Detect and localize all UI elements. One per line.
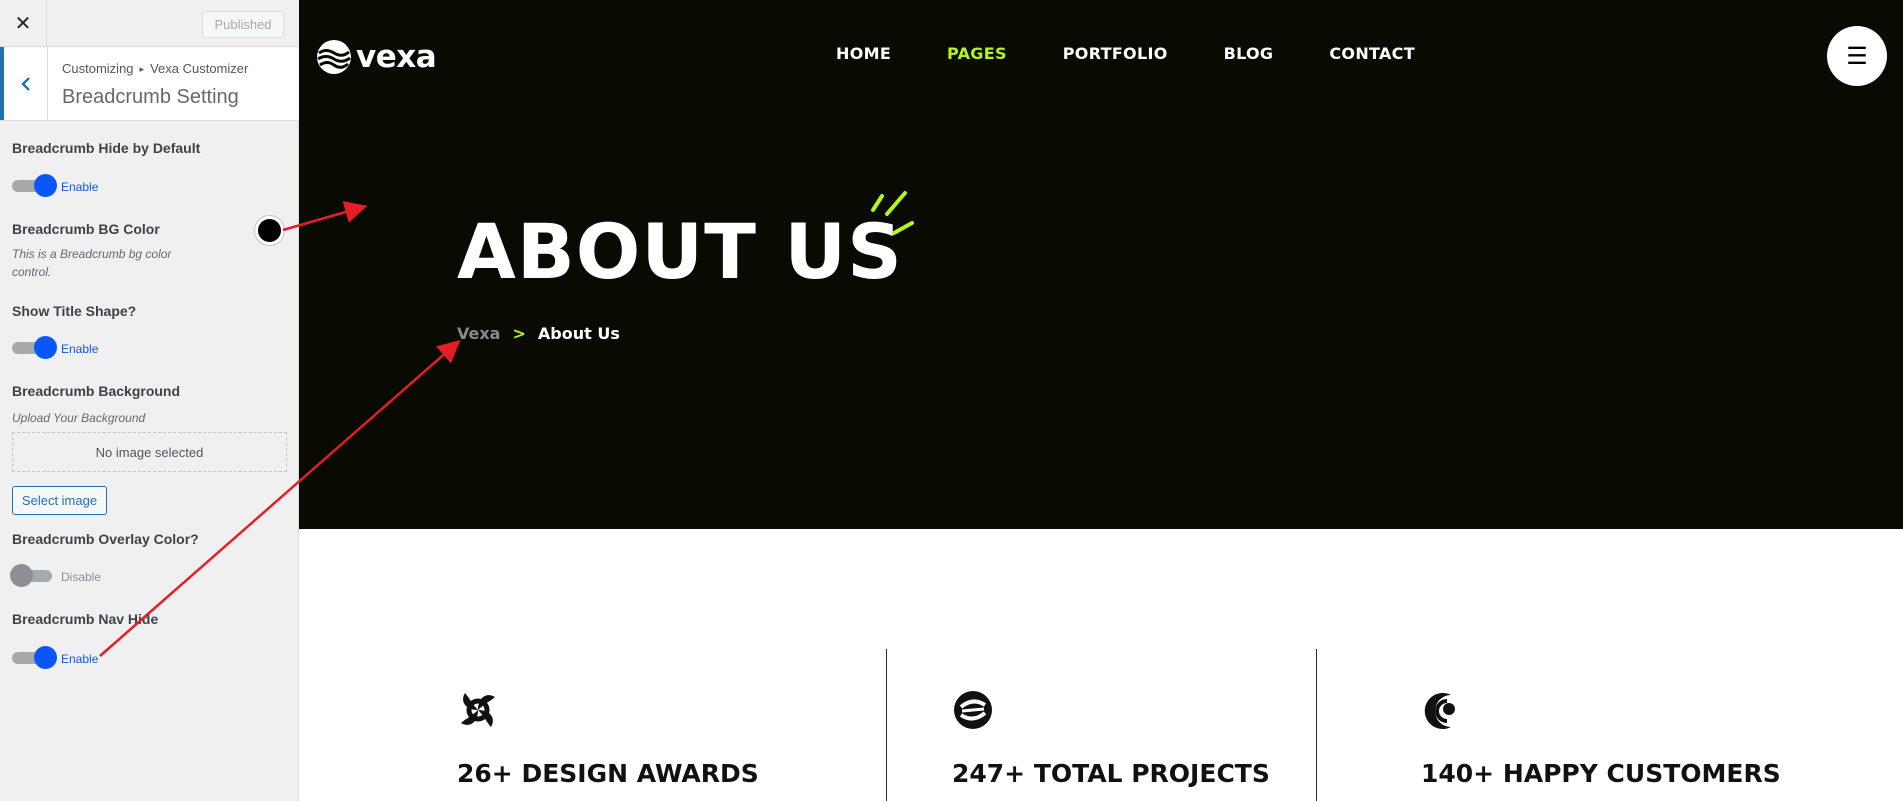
- section-header: Customizing ▸ Vexa Customizer Breadcrumb S…: [0, 47, 299, 121]
- toggle-knob: [34, 174, 57, 197]
- breadcrumb-item: Customizing: [62, 61, 134, 76]
- nav-item-pages[interactable]: PAGES: [947, 44, 1007, 63]
- overlay-label: Breadcrumb Overlay Color?: [12, 531, 199, 547]
- crescent-icon: [1424, 693, 1455, 729]
- main-nav: HOME PAGES PORTFOLIO BLOG CONTACT: [836, 44, 1471, 63]
- nav-hide-toggle[interactable]: [12, 645, 57, 669]
- hero-section: vexa HOME PAGES PORTFOLIO BLOG CONTACT ☰…: [299, 0, 1903, 529]
- overlay-state: Disable: [61, 570, 102, 584]
- customizer-sidebar: ✕ Published Customizing ▸ Vexa Customizer …: [0, 0, 299, 801]
- image-placeholder: No image selected: [12, 432, 287, 472]
- site-preview: vexa HOME PAGES PORTFOLIO BLOG CONTACT ☰…: [299, 0, 1903, 801]
- title-shape-label: Show Title Shape?: [12, 303, 137, 319]
- nav-hide-label: Breadcrumb Nav Hide: [12, 611, 159, 627]
- section-title: Breadcrumb Setting: [62, 86, 239, 108]
- publish-button[interactable]: Published: [202, 11, 284, 38]
- customizer-breadcrumb: Customizing ▸ Vexa Customizer: [62, 61, 248, 76]
- hide-default-toggle[interactable]: [12, 173, 57, 197]
- nav-item-home[interactable]: HOME: [836, 44, 891, 63]
- toggle-knob: [10, 564, 33, 587]
- breadcrumb-separator: ▸: [139, 64, 145, 74]
- background-description: Upload Your Background: [12, 411, 146, 425]
- color-picker-swatch[interactable]: [255, 216, 284, 245]
- nav-item-portfolio[interactable]: PORTFOLIO: [1063, 44, 1168, 63]
- toggle-knob: [34, 646, 57, 669]
- nav-item-contact[interactable]: CONTACT: [1329, 44, 1415, 63]
- hamburger-menu-icon[interactable]: ☰: [1827, 26, 1887, 86]
- stats-divider: [1316, 649, 1317, 801]
- bg-color-description: This is a Breadcrumb bg color control.: [12, 247, 172, 279]
- page-title: ABOUT US: [457, 207, 903, 296]
- stat-title: 26+ DESIGN AWARDS: [457, 759, 759, 788]
- customizer-topbar: ✕ Published: [0, 0, 299, 47]
- hide-default-label: Breadcrumb Hide by Default: [12, 140, 201, 156]
- title-shape-state: Enable: [61, 342, 99, 356]
- breadcrumb-home-link[interactable]: Vexa: [457, 324, 500, 343]
- stat-title: 140+ HAPPY CUSTOMERS: [1421, 759, 1781, 788]
- hide-default-state: Enable: [61, 180, 99, 194]
- toggle-knob: [34, 336, 57, 359]
- stats-divider: [886, 649, 887, 801]
- nav-hide-state: Enable: [61, 652, 99, 666]
- overlay-toggle[interactable]: [10, 563, 56, 587]
- breadcrumb-item: Vexa Customizer: [150, 61, 249, 76]
- title-shape-toggle[interactable]: [12, 335, 57, 359]
- chevron-left-icon: [20, 76, 30, 91]
- logo-icon: [317, 40, 351, 74]
- back-button[interactable]: [0, 47, 48, 120]
- page-breadcrumb: Vexa > About Us: [457, 324, 620, 343]
- pinwheel-icon: [461, 693, 495, 727]
- title-shape-icon: [871, 191, 914, 235]
- breadcrumb-separator: >: [512, 324, 526, 343]
- logo-text: vexa: [356, 39, 437, 75]
- site-logo[interactable]: vexa: [316, 39, 437, 75]
- select-image-button[interactable]: Select image: [12, 486, 107, 515]
- breadcrumb-current: About Us: [537, 324, 620, 343]
- background-label: Breadcrumb Background: [12, 383, 181, 399]
- stat-title: 247+ TOTAL PROJECTS: [952, 759, 1270, 788]
- bg-color-label: Breadcrumb BG Color: [12, 221, 160, 237]
- swirl-s-icon: [954, 691, 992, 729]
- close-icon[interactable]: ✕: [0, 0, 47, 46]
- nav-item-blog[interactable]: BLOG: [1224, 44, 1274, 63]
